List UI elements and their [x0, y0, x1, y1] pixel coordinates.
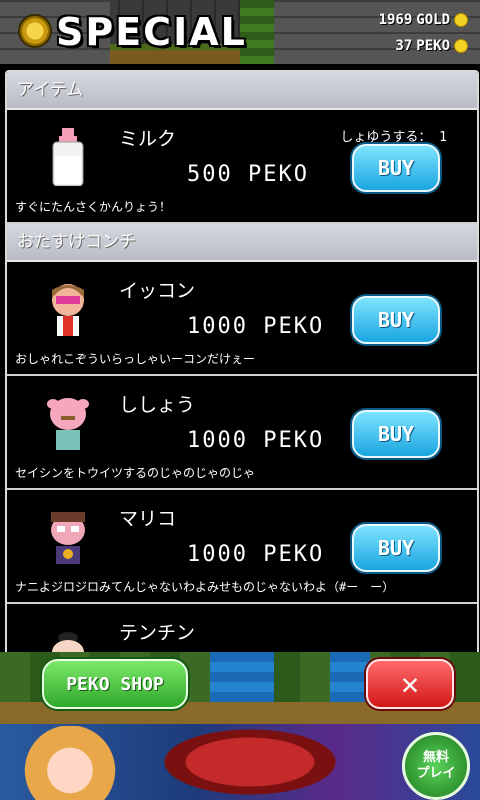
- helper-name: ししょう: [119, 394, 196, 416]
- helper-price: 1000 PEKO: [187, 314, 325, 339]
- owned-count: しょゆうする： 1: [340, 130, 447, 145]
- item-description: すぐにたんさくかんりょう！: [15, 200, 172, 214]
- buy-button[interactable]: BUY: [352, 144, 440, 192]
- peko-amount: 37: [395, 38, 413, 54]
- peko-label: PEKO: [416, 38, 450, 54]
- free-play-button[interactable]: 無料 プレイ: [402, 732, 470, 800]
- peko-shop-button[interactable]: PEKO SHOP: [42, 659, 188, 709]
- ad-character-illustration: [10, 726, 130, 800]
- buy-button[interactable]: BUY: [352, 410, 440, 458]
- item-price: 500 PEKO: [187, 162, 309, 187]
- list-item: マリコ 1000 PEKO BUY ナニよジロジロみてんじゃないわよみせものじゃ…: [7, 490, 477, 604]
- gold-amount: 1969: [378, 12, 413, 28]
- helper-description: ナニよジロジロみてんじゃないわよみせものじゃないわよ（#ー ー）: [15, 580, 395, 594]
- helper-description: セイシンをトウイツするのじゃのじゃのじゃ: [15, 466, 256, 480]
- peko-counter: 37 PEKO: [395, 38, 468, 54]
- helper-description: おしゃれこぞういらっしゃいーコンだけぇー: [15, 352, 256, 366]
- medal-icon: [18, 14, 52, 48]
- free-play-label-2: プレイ: [416, 766, 456, 781]
- helper-price: 1000 PEKO: [187, 542, 325, 567]
- helper-name: マリコ: [119, 508, 177, 530]
- ikkon-character-icon: [52, 284, 84, 336]
- tenchin-character-icon: [52, 632, 84, 654]
- gold-coin-icon: [454, 13, 468, 27]
- helper-price: 1000 PEKO: [187, 428, 325, 453]
- section-header-items: アイテム: [7, 72, 477, 110]
- ad-banner[interactable]: 無料 プレイ: [0, 724, 480, 800]
- shishou-character-icon: [47, 398, 89, 450]
- ad-character-illustration: [150, 724, 350, 800]
- page-title: SPECIAL: [56, 10, 247, 54]
- milk-bottle-icon: [52, 128, 84, 186]
- gold-counter: 1969 GOLD: [379, 12, 468, 28]
- list-item: テンチン: [7, 604, 477, 654]
- free-play-label-1: 無料: [422, 750, 449, 765]
- mariko-character-icon: [51, 512, 85, 564]
- section-header-helpers: おたすけコンチ: [7, 224, 477, 262]
- shop-list[interactable]: アイテム ミルク しょゆうする： 1 500 PEKO BUY すぐにたんさくか…: [5, 70, 479, 656]
- close-button[interactable]: ✕: [366, 659, 454, 709]
- buy-button[interactable]: BUY: [352, 296, 440, 344]
- list-item: ミルク しょゆうする： 1 500 PEKO BUY すぐにたんさくかんりょう！: [7, 110, 477, 224]
- buy-button[interactable]: BUY: [352, 524, 440, 572]
- helper-name: テンチン: [119, 622, 196, 644]
- list-item: イッコン 1000 PEKO BUY おしゃれこぞういらっしゃいーコンだけぇー: [7, 262, 477, 376]
- brick-wall-right: [274, 0, 480, 64]
- peko-coin-icon: [454, 39, 468, 53]
- helper-name: イッコン: [119, 280, 196, 302]
- item-name: ミルク: [119, 128, 177, 150]
- list-item: ししょう 1000 PEKO BUY セイシンをトウイツするのじゃのじゃのじゃ: [7, 376, 477, 490]
- gold-label: GOLD: [416, 12, 450, 28]
